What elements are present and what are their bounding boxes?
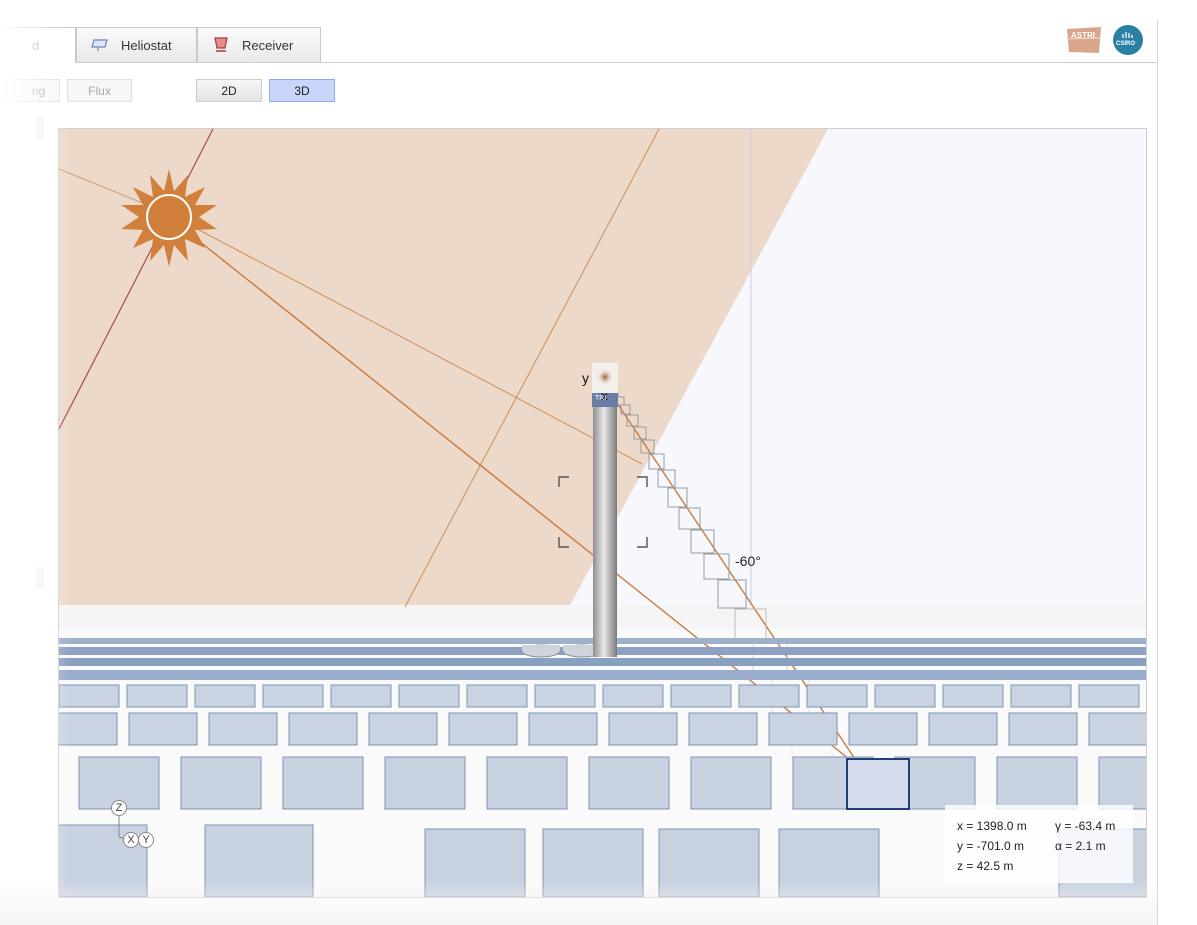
scene-canvas <box>59 129 1146 897</box>
coord-x: x = 1398.0 m <box>957 819 1027 833</box>
coord-alpha: α = 2.1 m <box>1055 839 1106 853</box>
flux-button[interactable]: Flux <box>67 79 132 102</box>
ray-tracing-button[interactable]: ng <box>0 79 60 102</box>
flux-label: Flux <box>88 83 111 98</box>
csiro-logo: CSIRO <box>1113 25 1143 55</box>
view-3d-button[interactable]: 3D <box>269 79 335 102</box>
side-tab-upper[interactable] <box>36 117 44 139</box>
3d-viewport[interactable]: y x TRI -60° Z X Y x = 1398.0 m γ = -63.… <box>58 128 1147 898</box>
astri-logo: ASTRI <box>1065 25 1103 55</box>
receiver-axis-y: y <box>582 370 589 386</box>
view-3d-label: 3D <box>294 83 310 98</box>
astri-logo-text: ASTRI <box>1071 31 1095 40</box>
gizmo-x[interactable]: X <box>123 832 139 848</box>
coord-gamma: γ = -63.4 m <box>1055 819 1116 833</box>
selected-heliostat <box>846 758 910 810</box>
coord-z: z = 42.5 m <box>957 859 1014 873</box>
side-tab-lower[interactable] <box>36 567 44 589</box>
gizmo-z[interactable]: Z <box>111 800 127 816</box>
tower-badge: TRI <box>595 395 607 402</box>
tab-bar: d Heliostat Receiver ASTRI CSIRO <box>0 20 1157 63</box>
app-window: d Heliostat Receiver ASTRI CSIRO ng Flux… <box>0 20 1158 925</box>
view-2d-button[interactable]: 2D <box>196 79 262 102</box>
coordinate-readout: x = 1398.0 m γ = -63.4 m y = -701.0 m α … <box>945 805 1133 883</box>
ray-tracing-label: ng <box>31 83 46 98</box>
receiver-tower <box>592 363 618 657</box>
heliostat-icon <box>91 38 109 52</box>
gizmo-y[interactable]: Y <box>138 832 154 848</box>
tab-field[interactable]: d <box>0 27 76 63</box>
receiver-icon <box>212 36 230 54</box>
tab-receiver-label: Receiver <box>242 37 294 53</box>
tab-heliostat-label: Heliostat <box>121 37 172 53</box>
bottom-fade <box>0 880 1157 925</box>
view-2d-label: 2D <box>221 83 237 98</box>
tab-heliostat[interactable]: Heliostat <box>76 27 197 62</box>
csiro-logo-text: CSIRO <box>1116 41 1136 47</box>
tab-receiver[interactable]: Receiver <box>197 27 321 62</box>
coord-y: y = -701.0 m <box>957 839 1025 853</box>
tab-field-label: d <box>32 38 40 53</box>
incidence-angle-label: -60° <box>735 553 761 569</box>
logo-area: ASTRI CSIRO <box>1065 25 1143 55</box>
